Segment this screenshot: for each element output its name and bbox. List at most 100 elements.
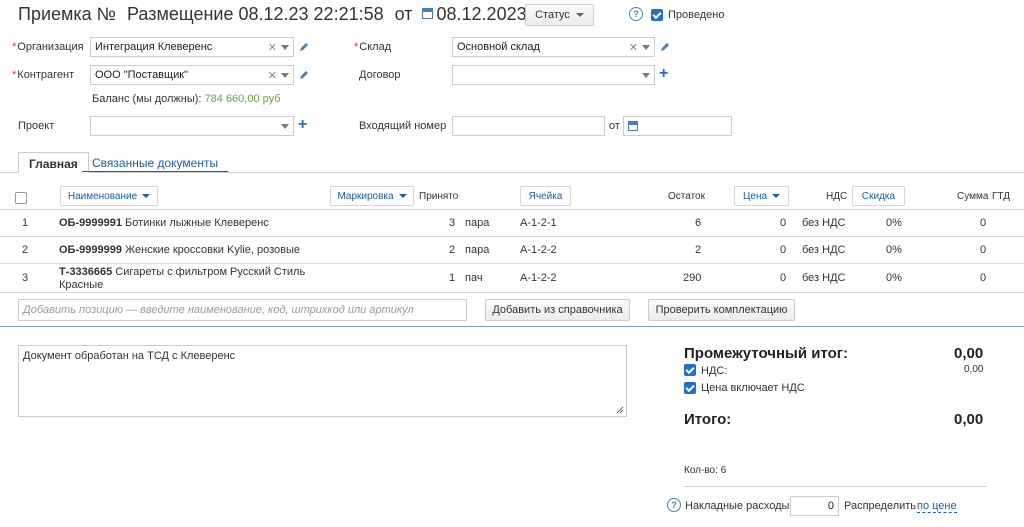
- col-marking-label: Маркировка: [337, 190, 394, 202]
- overhead-label: Накладные расходы: [685, 500, 790, 512]
- dropdown-icon[interactable]: [642, 73, 650, 78]
- warehouse-label: *Склад: [354, 41, 392, 53]
- row-qty[interactable]: 1: [449, 272, 455, 284]
- incoming-label: Входящий номер: [359, 120, 447, 132]
- chevron-down-icon: [575, 13, 584, 17]
- calendar-icon[interactable]: [628, 121, 638, 131]
- vat-value: 0,00: [964, 364, 984, 375]
- help-icon[interactable]: ?: [667, 498, 681, 512]
- table-row[interactable]: 1 ОБ-9999991 Ботинки лыжные Клеверенс 3 …: [0, 210, 1024, 237]
- price-incl-vat-checkbox[interactable]: [684, 382, 696, 394]
- col-vat-header: НДС: [826, 191, 848, 202]
- distribute-by-price-link[interactable]: по цене: [917, 500, 957, 513]
- dropdown-icon[interactable]: [281, 45, 289, 50]
- row-balance: 2: [695, 244, 702, 256]
- overhead-value: 0: [827, 500, 834, 512]
- row-vat[interactable]: без НДС: [802, 217, 846, 229]
- incoming-date-field[interactable]: [623, 116, 732, 136]
- edit-icon[interactable]: [299, 42, 309, 52]
- row-unit: пара: [465, 217, 490, 229]
- row-price[interactable]: 0: [780, 217, 786, 229]
- conducted-checkbox[interactable]: [651, 9, 663, 21]
- row-sum: 0: [980, 217, 987, 229]
- row-number: 3: [22, 272, 29, 284]
- dropdown-icon[interactable]: [281, 73, 289, 78]
- vat-label: НДС:: [701, 365, 728, 377]
- comment-textarea[interactable]: Документ обработан на ТСД с Клеверенс: [18, 345, 627, 417]
- counterparty-label: *Контрагент: [12, 69, 75, 81]
- row-number: 1: [22, 217, 29, 229]
- select-all-checkbox[interactable]: [15, 192, 27, 204]
- section-divider: [0, 326, 1024, 327]
- clear-icon[interactable]: ✕: [268, 69, 277, 82]
- row-sum: 0: [980, 272, 987, 284]
- edit-icon[interactable]: [660, 42, 670, 52]
- row-price[interactable]: 0: [780, 272, 786, 284]
- add-position-input[interactable]: Добавить позицию — введите наименование,…: [18, 299, 467, 321]
- dropdown-icon[interactable]: [281, 124, 289, 129]
- clear-icon[interactable]: ✕: [629, 41, 638, 54]
- row-code: ОБ-9999999: [59, 244, 122, 256]
- add-contract-icon[interactable]: +: [659, 66, 668, 82]
- calendar-icon[interactable]: [421, 8, 433, 19]
- incoming-number-field[interactable]: [452, 116, 605, 136]
- row-balance: 6: [695, 217, 702, 229]
- row-name: ОБ-9999991 Ботинки лыжные Клеверенс: [59, 217, 269, 229]
- table-row[interactable]: 2 ОБ-9999999 Женские кроссовки Kylie, ро…: [0, 237, 1024, 264]
- col-balance-header: Остаток: [668, 191, 705, 202]
- help-icon[interactable]: ?: [629, 7, 643, 21]
- row-vat[interactable]: без НДС: [802, 272, 846, 284]
- subtotal-label: Промежуточный итог:: [684, 345, 848, 362]
- contract-field[interactable]: [452, 65, 655, 85]
- row-cell[interactable]: А-1-2-2: [520, 244, 557, 256]
- col-gtd-header: ГТД: [992, 191, 1010, 202]
- row-name-text: Женские кроссовки Kylie, розовые: [125, 244, 300, 256]
- row-discount[interactable]: 0%: [886, 244, 902, 256]
- counterparty-field[interactable]: ООО "Поставщик" ✕: [90, 65, 294, 85]
- tab-related-docs[interactable]: Связанные документы: [82, 152, 229, 172]
- col-price-header[interactable]: Цена: [734, 186, 789, 206]
- row-cell[interactable]: А-1-2-2: [520, 272, 557, 284]
- totals-divider: [684, 486, 986, 487]
- project-label: Проект: [18, 120, 55, 132]
- price-incl-vat-label: Цена включает НДС: [701, 382, 805, 394]
- tab-main[interactable]: Главная: [18, 152, 89, 173]
- col-name-header[interactable]: Наименование: [60, 186, 158, 206]
- row-price[interactable]: 0: [780, 244, 786, 256]
- chevron-down-icon: [142, 194, 151, 198]
- row-qty[interactable]: 2: [449, 244, 455, 256]
- warehouse-field[interactable]: Основной склад ✕: [452, 37, 655, 57]
- status-button[interactable]: Статус: [525, 4, 594, 26]
- edit-icon[interactable]: [299, 70, 309, 80]
- row-code: ОБ-9999991: [59, 217, 122, 229]
- clear-icon[interactable]: ✕: [268, 41, 277, 54]
- col-discount-header[interactable]: Скидка: [852, 186, 905, 206]
- row-discount[interactable]: 0%: [886, 272, 902, 284]
- contract-label: Договор: [359, 69, 401, 81]
- col-marking-header[interactable]: Маркировка: [330, 186, 414, 206]
- col-name-label: Наименование: [67, 190, 138, 202]
- row-qty[interactable]: 3: [449, 217, 455, 229]
- row-cell[interactable]: А-1-2-1: [520, 217, 557, 229]
- add-from-catalog-button[interactable]: Добавить из справочника: [485, 299, 630, 321]
- check-completeness-button[interactable]: Проверить комплектацию: [648, 299, 795, 321]
- row-vat[interactable]: без НДС: [802, 244, 846, 256]
- overhead-input[interactable]: 0: [790, 496, 839, 516]
- col-price-label: Цена: [742, 190, 768, 202]
- dropdown-icon[interactable]: [642, 45, 650, 50]
- vat-checkbox[interactable]: [684, 364, 696, 376]
- add-project-icon[interactable]: +: [298, 117, 307, 133]
- subtotal-value: 0,00: [954, 345, 984, 362]
- conducted-label: Проведено: [668, 9, 725, 21]
- incoming-from-label: от: [609, 120, 620, 132]
- row-discount[interactable]: 0%: [886, 217, 902, 229]
- col-cell-header[interactable]: Ячейка: [520, 186, 571, 206]
- title-main: Размещение 08.12.23 22:21:58: [127, 4, 384, 24]
- chevron-down-icon: [772, 194, 781, 198]
- table-row[interactable]: 3 Т-3336665 Сигареты с фильтром Русский …: [0, 264, 1024, 293]
- resize-handle-icon[interactable]: [616, 406, 624, 414]
- comment-text: Документ обработан на ТСД с Клеверенс: [23, 350, 236, 362]
- org-field[interactable]: Интеграция Клеверенс ✕: [90, 37, 294, 57]
- row-code: Т-3336665: [59, 266, 113, 278]
- project-field[interactable]: [90, 116, 294, 136]
